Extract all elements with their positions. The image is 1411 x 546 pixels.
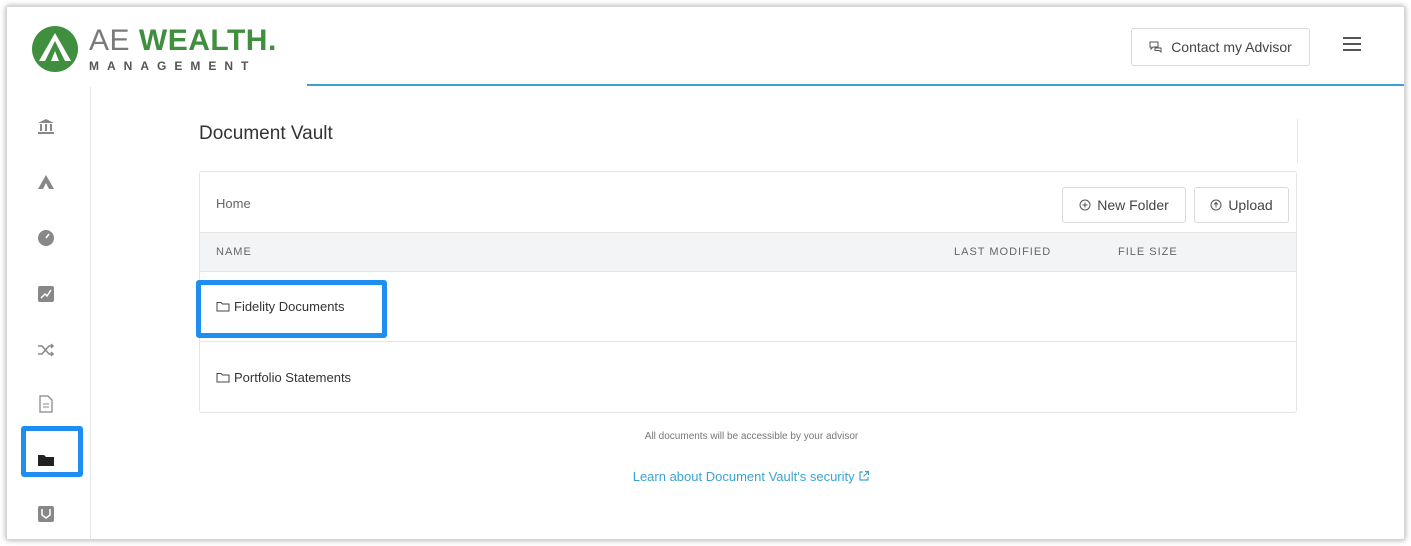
column-header-file-size[interactable]: FILE SIZE xyxy=(1118,246,1178,258)
plus-circle-icon xyxy=(1079,199,1091,211)
chat-bubbles-icon xyxy=(1149,41,1162,53)
bank-icon xyxy=(38,119,54,134)
logo-mark-icon xyxy=(32,26,78,72)
sidebar-item-allocation[interactable] xyxy=(31,167,61,197)
folder-outline-icon xyxy=(216,372,230,382)
brand-management: MANAGEMENT xyxy=(89,59,257,73)
document-icon xyxy=(39,395,53,413)
header: AE WEALTH. MANAGEMENT Contact my Advisor xyxy=(7,7,1404,87)
sidebar-item-transfers[interactable] xyxy=(31,335,61,365)
folder-name: Portfolio Statements xyxy=(234,369,352,385)
contact-advisor-label: Contact my Advisor xyxy=(1171,39,1292,55)
sidebar-item-accounts[interactable] xyxy=(31,111,61,141)
security-link-label: Learn about Document Vault's security xyxy=(632,469,855,484)
app-window: AE WEALTH. MANAGEMENT Contact my Advisor xyxy=(6,6,1405,540)
external-link-icon xyxy=(859,470,870,481)
divider xyxy=(1297,119,1298,163)
security-link[interactable]: Learn about Document Vault's security xyxy=(7,469,1404,484)
upload-circle-icon xyxy=(1210,199,1222,211)
brand-logo[interactable]: AE WEALTH. MANAGEMENT xyxy=(31,19,301,79)
brand-dot: . xyxy=(267,24,277,57)
shuffle-icon xyxy=(38,343,55,357)
brand-wordmark: AE WEALTH. MANAGEMENT xyxy=(89,24,277,73)
brand-wealth: WEALTH xyxy=(138,24,268,57)
sidebar-item-performance[interactable] xyxy=(31,279,61,309)
column-header-name[interactable]: NAME xyxy=(216,246,252,258)
brand-ae: AE xyxy=(89,24,131,57)
table-row[interactable]: Portfolio Statements xyxy=(200,342,1296,412)
chart-trend-icon xyxy=(38,286,54,302)
hamburger-menu-icon[interactable] xyxy=(1343,37,1361,53)
upload-button[interactable]: Upload xyxy=(1194,187,1289,223)
sidebar-item-profile[interactable] xyxy=(31,499,61,529)
breadcrumb[interactable]: Home xyxy=(216,196,251,211)
gauge-icon xyxy=(38,230,54,246)
new-folder-button[interactable]: New Folder xyxy=(1062,187,1186,223)
page-title: Document Vault xyxy=(199,123,333,144)
folder-link-portfolio[interactable]: Portfolio Statements xyxy=(216,370,351,385)
advisor-access-note: All documents will be accessible by your… xyxy=(644,431,859,442)
table-toolbar: Home New Folder Upload xyxy=(200,172,1296,232)
column-header-last-modified[interactable]: LAST MODIFIED xyxy=(954,246,1051,258)
sidebar-item-reports[interactable] xyxy=(31,389,61,419)
pyramid-icon xyxy=(38,175,54,189)
badge-icon xyxy=(38,506,54,522)
header-accent-line xyxy=(307,84,1404,86)
table-header: NAME LAST MODIFIED FILE SIZE xyxy=(200,232,1296,272)
upload-label: Upload xyxy=(1228,197,1273,213)
contact-advisor-button[interactable]: Contact my Advisor xyxy=(1131,28,1310,66)
row-highlight-box xyxy=(196,280,387,338)
new-folder-label: New Folder xyxy=(1097,197,1169,213)
sidebar-item-planning[interactable] xyxy=(31,223,61,253)
